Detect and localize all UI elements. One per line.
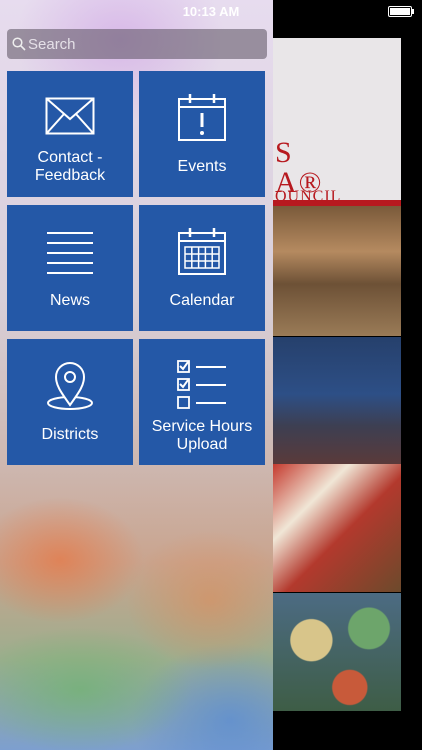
location-pin-icon: [7, 361, 133, 411]
contact-feedback-label: Contact - Feedback: [34, 149, 106, 184]
background-photo-crowd: [273, 337, 401, 464]
status-time: 10:13 AM: [182, 4, 240, 19]
calendar-alert-icon: [139, 92, 265, 142]
calendar-icon: [139, 226, 265, 276]
background-photo-scout-poster: [273, 464, 401, 592]
calendar-tile[interactable]: Calendar: [139, 205, 265, 331]
events-label: Events: [177, 158, 227, 175]
districts-label: Districts: [41, 426, 99, 443]
checklist-icon: [139, 359, 265, 411]
envelope-icon: [7, 97, 133, 135]
service-hours-upload-tile[interactable]: Service Hours Upload: [139, 339, 265, 465]
background-header: S A® OUNCIL: [273, 38, 401, 206]
list-lines-icon: [7, 231, 133, 275]
search-bar[interactable]: [7, 29, 267, 59]
background-photo-salute: [273, 206, 401, 336]
calendar-label: Calendar: [169, 292, 235, 309]
districts-tile[interactable]: Districts: [7, 339, 133, 465]
side-drawer: Contact - Feedback Events Ne: [0, 0, 273, 750]
news-label: News: [49, 292, 90, 309]
battery-icon: [388, 6, 414, 17]
search-icon: [12, 37, 26, 51]
background-photo-badges: [273, 593, 401, 711]
news-tile[interactable]: News: [7, 205, 133, 331]
background-app[interactable]: S A® OUNCIL: [273, 0, 422, 750]
service-hours-upload-label: Service Hours Upload: [151, 418, 253, 453]
contact-feedback-tile[interactable]: Contact - Feedback: [7, 71, 133, 197]
search-input[interactable]: [28, 29, 258, 59]
events-tile[interactable]: Events: [139, 71, 265, 197]
